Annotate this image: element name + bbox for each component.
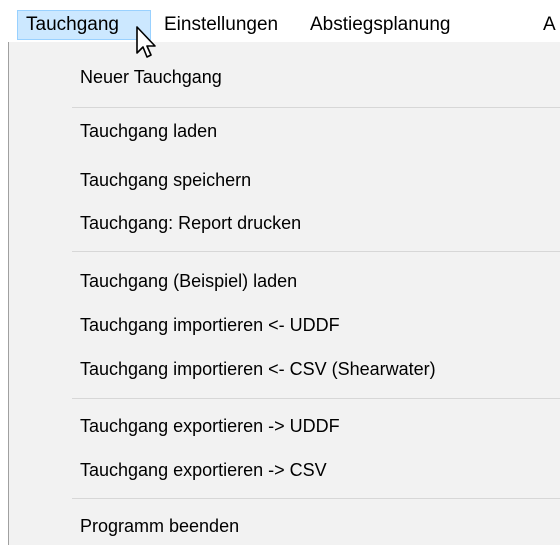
separator [72, 398, 560, 399]
menu-item-export-csv[interactable]: Tauchgang exportieren -> CSV [80, 455, 327, 485]
menu-item-beispiel-laden[interactable]: Tauchgang (Beispiel) laden [80, 266, 297, 296]
separator [72, 107, 560, 108]
menu-abstiegsplanung[interactable]: Abstiegsplanung [310, 10, 451, 40]
menu-tauchgang[interactable]: Tauchgang [17, 10, 151, 40]
menu-item-export-uddf[interactable]: Tauchgang exportieren -> UDDF [80, 411, 340, 441]
arrow-cursor-icon [136, 26, 156, 58]
menu-bar: Tauchgang Einstellungen Abstiegsplanung … [0, 0, 560, 42]
menu-item-neuer-tauchgang[interactable]: Neuer Tauchgang [80, 62, 222, 92]
menu-item-import-uddf[interactable]: Tauchgang importieren <- UDDF [80, 310, 340, 340]
menu-einstellungen[interactable]: Einstellungen [164, 10, 278, 40]
menu-item-report-drucken[interactable]: Tauchgang: Report drucken [80, 208, 301, 238]
menu-item-programm-beenden[interactable]: Programm beenden [80, 511, 239, 541]
menu-item-import-csv[interactable]: Tauchgang importieren <- CSV (Shearwater… [80, 354, 436, 384]
dropdown-border [8, 42, 9, 545]
menu-item-tauchgang-speichern[interactable]: Tauchgang speichern [80, 165, 251, 195]
menu-a[interactable]: A [543, 10, 556, 40]
separator [72, 498, 560, 499]
menu-item-tauchgang-laden[interactable]: Tauchgang laden [80, 116, 217, 146]
separator [72, 251, 560, 252]
